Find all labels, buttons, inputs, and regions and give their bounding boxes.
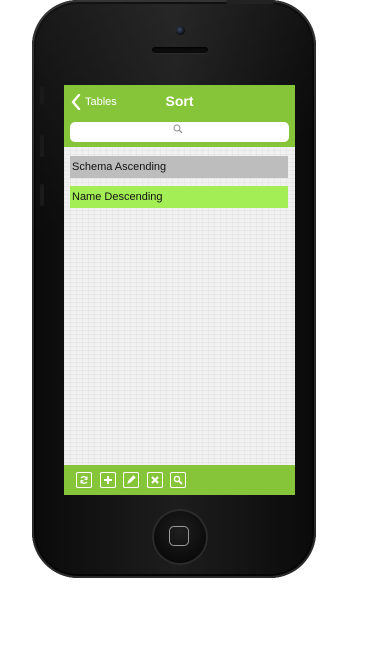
app-screen: Tables Sort Schema Ascending Name Descen…	[64, 85, 295, 495]
search-icon	[173, 124, 183, 134]
home-square-icon	[169, 526, 189, 546]
edit-button[interactable]	[123, 472, 139, 488]
edit-icon	[127, 475, 136, 484]
bottom-toolbar	[64, 465, 295, 495]
refresh-icon	[80, 476, 88, 484]
search-bar	[64, 118, 295, 147]
delete-icon	[151, 476, 159, 484]
volume-up-button	[40, 135, 44, 157]
search-button[interactable]	[170, 472, 186, 488]
navigation-bar: Tables Sort	[64, 85, 295, 118]
sort-item-schema-ascending[interactable]: Schema Ascending	[70, 156, 288, 178]
sort-item-name-descending[interactable]: Name Descending	[70, 186, 288, 208]
add-button[interactable]	[100, 472, 116, 488]
earpiece-speaker	[152, 47, 208, 53]
volume-down-button	[40, 184, 44, 206]
front-camera	[176, 26, 185, 35]
mute-switch	[40, 86, 44, 104]
delete-button[interactable]	[147, 472, 163, 488]
add-icon	[104, 476, 112, 484]
power-button	[226, 0, 274, 4]
magnifier-icon	[173, 475, 183, 485]
refresh-button[interactable]	[76, 472, 92, 488]
page-title: Sort	[165, 93, 194, 109]
